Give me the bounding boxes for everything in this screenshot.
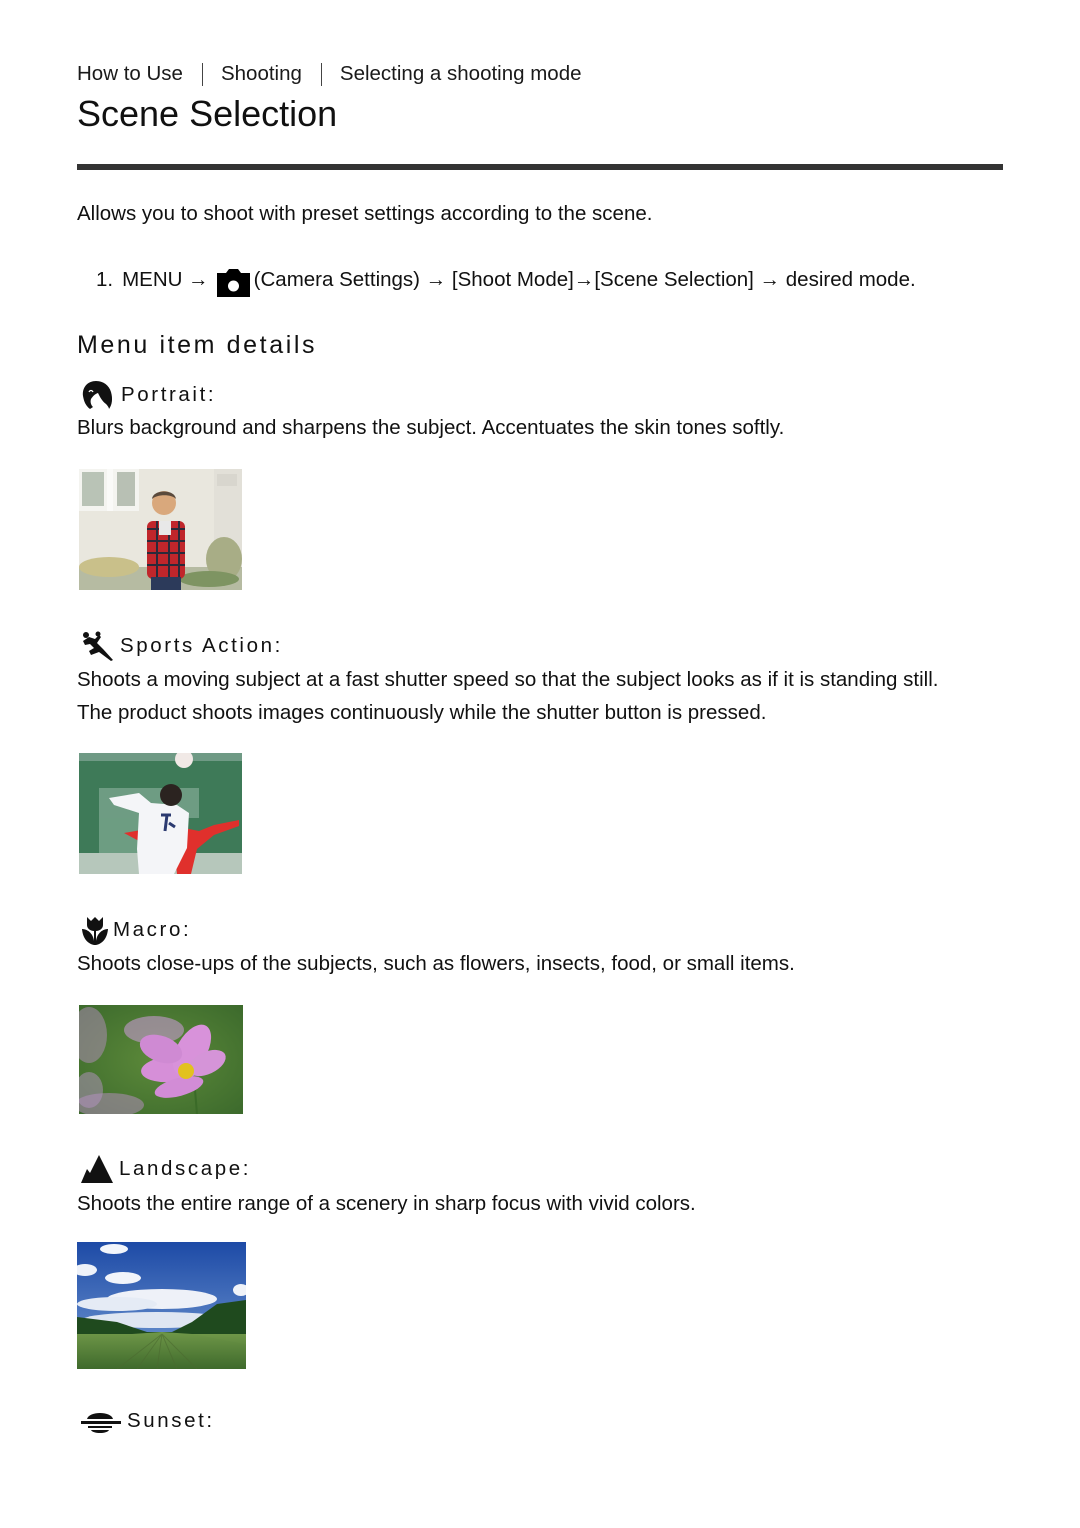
page-title: Scene Selection <box>77 93 338 134</box>
macro-heading: Macro: <box>81 915 191 945</box>
sunset-heading: Sunset: <box>81 1407 215 1435</box>
landscape-sample-photo <box>77 1242 246 1369</box>
macro-icon <box>81 915 109 945</box>
portrait-sample-photo <box>79 469 242 590</box>
landscape-icon <box>81 1155 113 1183</box>
sports-action-description-1: Shoots a moving subject at a fast shutte… <box>77 668 939 691</box>
landscape-description: Shoots the entire range of a scenery in … <box>77 1192 696 1215</box>
sports-action-icon <box>81 631 115 661</box>
sports-action-description-2: The product shoots images continuously w… <box>77 701 767 724</box>
step-1: 1. MENU → (Camera Settings) → [Shoot Mod… <box>96 266 916 297</box>
step-number: 1. <box>96 268 114 291</box>
landscape-title: Landscape: <box>119 1157 252 1180</box>
portrait-description: Blurs background and sharpens the subjec… <box>77 416 785 439</box>
portrait-icon <box>81 380 113 410</box>
macro-title: Macro: <box>113 918 192 941</box>
breadcrumb-shooting[interactable]: Shooting <box>221 62 302 86</box>
sports-action-heading: Sports Action: <box>81 631 283 661</box>
sports-sample-photo <box>79 753 242 874</box>
breadcrumb-selecting-shooting-mode[interactable]: Selecting a shooting mode <box>340 62 582 86</box>
landscape-heading: Landscape: <box>81 1155 251 1183</box>
intro-text: Allows you to shoot with preset settings… <box>77 202 653 225</box>
title-divider <box>77 164 1003 170</box>
sunset-title: Sunset: <box>127 1409 215 1432</box>
macro-sample-photo <box>79 1005 243 1114</box>
step-menu-text: MENU → <box>122 268 209 291</box>
section-heading: Menu item details <box>77 331 318 359</box>
sports-action-title: Sports Action: <box>120 634 283 657</box>
portrait-title: Portrait: <box>121 383 217 406</box>
camera-icon <box>216 269 250 297</box>
breadcrumb-how-to-use[interactable]: How to Use <box>77 62 183 86</box>
macro-description: Shoots close-ups of the subjects, such a… <box>77 952 795 975</box>
breadcrumb-separator <box>320 62 322 86</box>
portrait-heading: Portrait: <box>81 380 216 410</box>
step-path-text: (Camera Settings) → [Shoot Mode]→[Scene … <box>253 268 916 291</box>
breadcrumb-separator <box>201 62 203 86</box>
sunset-icon <box>81 1407 121 1435</box>
breadcrumb: How to Use Shooting Selecting a shooting… <box>77 62 582 86</box>
